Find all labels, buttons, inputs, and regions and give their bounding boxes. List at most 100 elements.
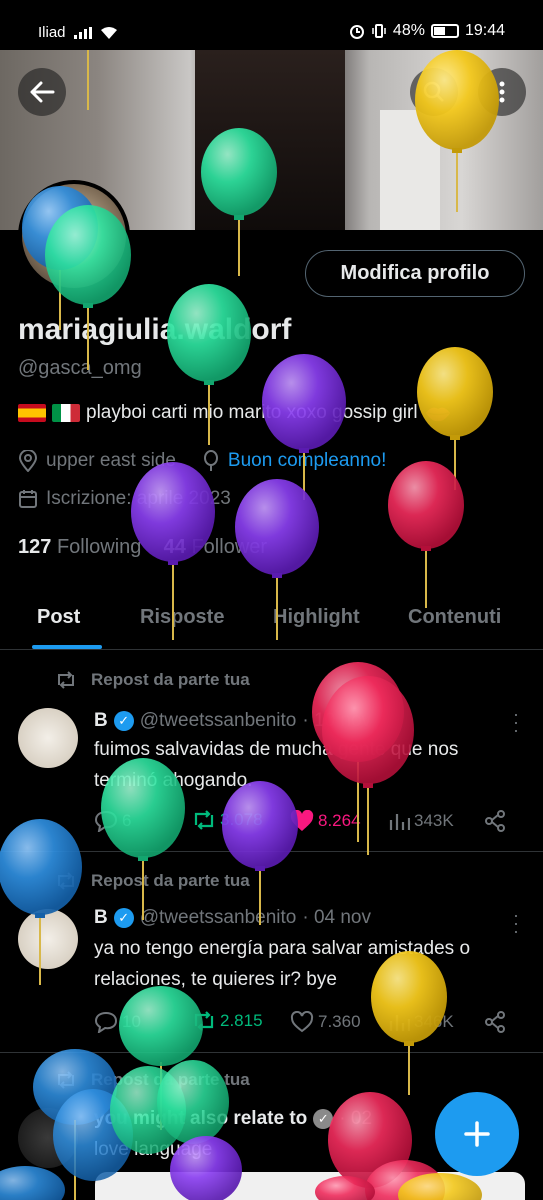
italy-flag-icon bbox=[52, 404, 80, 422]
alarm-icon bbox=[349, 25, 364, 39]
post-text: fuimos salvavidas de mucha gente que nos… bbox=[94, 739, 459, 791]
following-label: Following bbox=[56, 536, 142, 558]
repost-indicator: Repost da parte tua bbox=[55, 871, 250, 891]
repost-icon bbox=[194, 1011, 214, 1031]
plus-icon bbox=[464, 1121, 490, 1147]
post-item[interactable]: Repost da parte tua B ✓ @tweetssanbenito… bbox=[0, 652, 543, 852]
post-header: B ✓ @tweetssanbenito · 04 nov bbox=[94, 907, 371, 929]
birthday-link[interactable]: Buon compleanno! bbox=[228, 450, 386, 472]
vibrate-icon bbox=[372, 24, 386, 38]
profile-avatar[interactable] bbox=[18, 180, 130, 292]
views-bar-chart-icon bbox=[389, 1015, 410, 1031]
lips-icon bbox=[425, 407, 450, 422]
joined-row: Iscrizione: aprile 2023 bbox=[18, 488, 231, 510]
following-count: 127 bbox=[18, 536, 52, 558]
status-bar: Iliad 48% 19:44 bbox=[0, 0, 543, 50]
repost-indicator: Repost da parte tua bbox=[55, 1070, 250, 1090]
like-count: 8.264 bbox=[318, 811, 361, 830]
repost-label: Repost da parte tua bbox=[91, 1070, 250, 1089]
like-count: 7.360 bbox=[318, 1012, 361, 1031]
profile-name: mariagiulia.waldorf bbox=[18, 313, 292, 346]
views-button[interactable]: 346K bbox=[388, 1011, 454, 1033]
post-date: · 04 nov bbox=[302, 907, 371, 928]
spain-flag-icon bbox=[18, 404, 46, 422]
balloon-icon bbox=[203, 450, 218, 471]
avatar[interactable] bbox=[18, 708, 78, 768]
repost-button[interactable]: 3.078 bbox=[192, 810, 263, 830]
reply-button[interactable]: 10 bbox=[94, 1011, 141, 1033]
profile-tabs: Post Risposte Highlight Contenuti bbox=[0, 590, 543, 650]
post-item[interactable]: Repost da parte tua B ✓ @tweetssanbenito… bbox=[0, 853, 543, 1053]
active-tab-indicator bbox=[32, 645, 102, 649]
carrier-label: Iliad bbox=[38, 24, 66, 41]
wifi-icon bbox=[100, 26, 117, 39]
followers-link[interactable]: 44 Follower bbox=[164, 536, 267, 558]
compose-button[interactable] bbox=[435, 1092, 519, 1176]
followers-label: Follower bbox=[191, 536, 268, 558]
repost-label: Repost da parte tua bbox=[91, 670, 250, 689]
views-button[interactable]: 343K bbox=[388, 810, 454, 832]
reply-button[interactable]: 6 bbox=[94, 810, 131, 832]
share-icon bbox=[485, 810, 505, 832]
repost-icon bbox=[194, 810, 214, 830]
clock: 19:44 bbox=[464, 22, 505, 39]
avatar[interactable] bbox=[18, 1108, 78, 1168]
reply-count: 6 bbox=[122, 811, 132, 830]
repost-count: 2.815 bbox=[220, 1011, 263, 1030]
tab-highlights[interactable]: Highlight bbox=[273, 606, 360, 629]
post-menu-button[interactable]: · · · bbox=[513, 705, 519, 739]
tab-post[interactable]: Post bbox=[37, 606, 80, 629]
views-count: 343K bbox=[414, 811, 454, 830]
back-button[interactable] bbox=[18, 68, 66, 116]
banner-photo-cabinet bbox=[380, 110, 440, 230]
profile-meta-row: upper east side Buon compleanno! bbox=[18, 450, 386, 472]
reply-icon bbox=[94, 810, 118, 832]
repost-label: Repost da parte tua bbox=[91, 871, 250, 890]
verified-badge-icon: ✓ bbox=[313, 1109, 334, 1129]
heart-outline-icon bbox=[290, 1011, 314, 1033]
author-handle[interactable]: @tweetssanbenito bbox=[140, 710, 297, 732]
verified-badge-icon: ✓ bbox=[113, 711, 134, 731]
battery-percent: 48% bbox=[392, 22, 425, 39]
signal-icon bbox=[73, 26, 92, 39]
author-handle[interactable]: @tweetssanbenito bbox=[140, 907, 297, 929]
post-date: · 02 bbox=[339, 1108, 373, 1129]
share-icon bbox=[485, 1011, 505, 1033]
repost-count: 3.078 bbox=[220, 810, 263, 829]
location-pin-icon bbox=[18, 450, 38, 472]
location-text: upper east side bbox=[46, 450, 176, 471]
search-button[interactable] bbox=[410, 68, 458, 116]
like-button[interactable]: 7.360 bbox=[290, 1011, 361, 1033]
repost-icon bbox=[58, 671, 74, 689]
tab-replies[interactable]: Risposte bbox=[140, 606, 224, 629]
like-button[interactable]: 8.264 bbox=[290, 810, 361, 832]
avatar[interactable] bbox=[18, 909, 78, 969]
arrow-left-icon bbox=[30, 81, 55, 103]
balloon bbox=[388, 461, 464, 608]
share-button[interactable] bbox=[484, 810, 506, 832]
post-header: you might also relate to ✓ · 02 bbox=[94, 1108, 372, 1130]
heart-icon bbox=[290, 810, 314, 831]
repost-button[interactable]: 2.815 bbox=[192, 1011, 263, 1031]
post-menu-button[interactable]: · · · bbox=[513, 906, 519, 940]
post-text: ya no tengo energía para salvar amistade… bbox=[94, 938, 471, 990]
following-link[interactable]: 127 Following bbox=[18, 536, 141, 558]
joined-text: Iscrizione: aprile 2023 bbox=[46, 488, 231, 509]
followers-count: 44 bbox=[163, 536, 186, 558]
battery-icon bbox=[430, 24, 459, 38]
author-name[interactable]: B bbox=[94, 710, 108, 732]
share-button[interactable] bbox=[484, 1011, 506, 1033]
post-media-preview[interactable] bbox=[95, 1172, 525, 1200]
author-name[interactable]: you might also relate to bbox=[94, 1108, 307, 1130]
banner-photo-figure bbox=[195, 50, 345, 230]
reply-icon bbox=[94, 1011, 118, 1033]
views-bar-chart-icon bbox=[389, 814, 410, 830]
more-options-button[interactable] bbox=[478, 68, 526, 116]
post-date: · 10 nov bbox=[302, 710, 371, 731]
edit-profile-button[interactable]: Modifica profilo bbox=[305, 250, 525, 297]
reply-count: 10 bbox=[122, 1012, 141, 1031]
tab-media[interactable]: Contenuti bbox=[408, 606, 501, 629]
search-icon bbox=[423, 81, 444, 102]
author-name[interactable]: B bbox=[94, 907, 108, 929]
views-count: 346K bbox=[414, 1012, 454, 1031]
